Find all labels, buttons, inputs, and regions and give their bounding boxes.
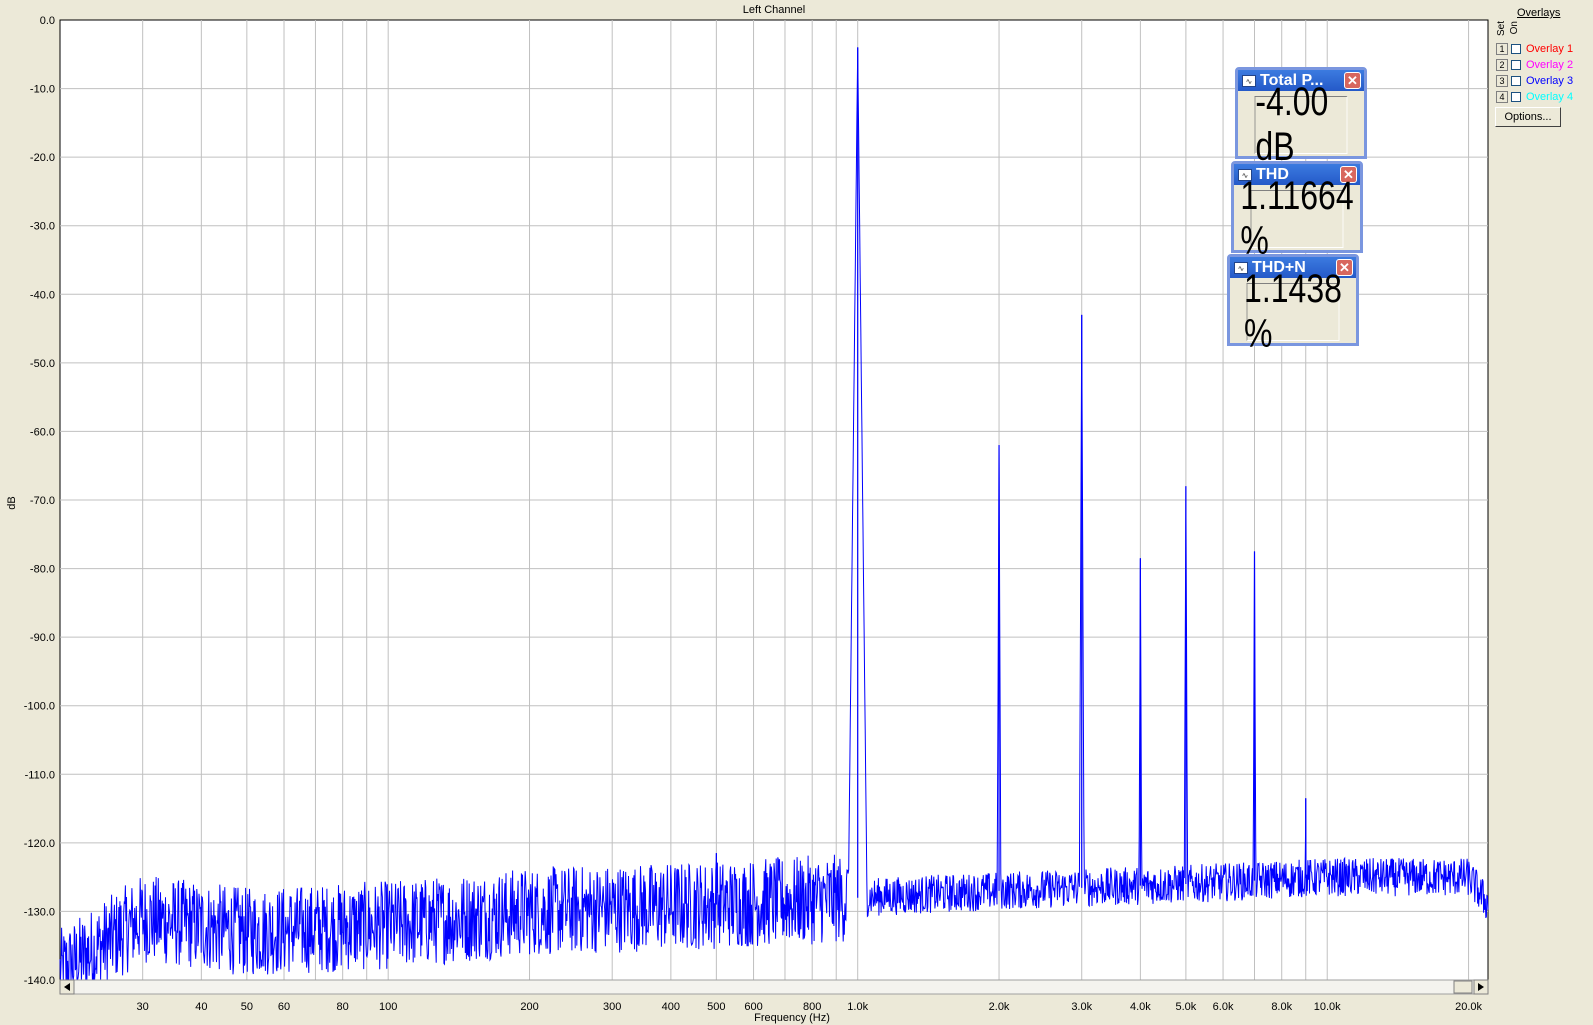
on-column-label: On [1509,21,1520,35]
overlay-checkbox-2[interactable] [1511,59,1521,70]
x-tick-label: 20.0k [1455,1001,1482,1013]
overlay-checkbox-3[interactable] [1511,75,1521,86]
y-tick-label: -80.0 [30,564,55,576]
y-tick-label: -30.0 [30,221,55,233]
y-tick-label: -130.0 [24,906,55,918]
x-axis-label: Frequency (Hz) [754,1012,830,1024]
set-column-label: Set [1496,21,1507,37]
overlay-label-1: Overlay 1 [1526,42,1574,55]
x-tick-label: 8.0k [1271,1001,1292,1013]
overlay-label-4: Overlay 4 [1526,90,1574,103]
overlay-label-2: Overlay 2 [1526,58,1574,71]
y-tick-label: -50.0 [30,358,55,370]
y-tick-label: -10.0 [30,84,55,96]
overlay-row-3: 3 Overlay 3 [1496,73,1573,88]
overlay-checkbox-1[interactable] [1511,43,1521,54]
chart-title: Left Channel [743,4,805,16]
x-tick-label: 50 [241,1001,253,1013]
x-tick-label: 200 [520,1001,538,1013]
thd-n-meter[interactable]: ∿ THD+N ✕ 1.1438 % [1227,254,1359,356]
x-tick-label: 4.0k [1130,1001,1151,1013]
overlay-set-button-4[interactable]: 4 [1496,90,1508,103]
x-tick-label: 30 [137,1001,149,1013]
x-tick-label: 100 [379,1001,397,1013]
x-tick-label: 300 [603,1001,621,1013]
overlay-label-3: Overlay 3 [1526,74,1574,87]
y-tick-label: -40.0 [30,289,55,301]
x-tick-label: 80 [337,1001,349,1013]
y-tick-label: -20.0 [30,152,55,164]
overlay-row-4: 4 Overlay 4 [1496,89,1573,104]
meter-value: 1.1438 % [1244,267,1342,356]
x-tick-label: 40 [195,1001,207,1013]
meter-value: -4.00 dB [1254,80,1348,169]
x-tick-label: 10.0k [1314,1001,1341,1013]
y-axis-label: dB [6,496,18,509]
total-power-meter[interactable]: ∿ Total P... ✕ -4.00 dB [1235,67,1367,169]
overlays-panel: Overlays Set On 1 Overlay 1 2 Overlay 2 … [1490,0,1593,1025]
meter-value: 1.11664 % [1240,174,1354,263]
overlay-set-button-2[interactable]: 2 [1496,58,1508,71]
options-button[interactable]: Options... [1495,107,1561,127]
y-tick-label: -140.0 [24,975,55,987]
x-tick-label: 3.0k [1071,1001,1092,1013]
y-tick-label: -100.0 [24,701,55,713]
x-tick-label: 5.0k [1175,1001,1196,1013]
waveform-icon: ∿ [1242,74,1256,87]
x-tick-label: 6.0k [1213,1001,1234,1013]
scroll-thumb[interactable] [1453,980,1473,994]
x-tick-label: 2.0k [989,1001,1010,1013]
y-tick-label: -60.0 [30,426,55,438]
overlay-row-2: 2 Overlay 2 [1496,57,1573,72]
overlay-set-button-3[interactable]: 3 [1496,74,1508,87]
overlays-title: Overlays [1517,7,1561,19]
horizontal-scrollbar[interactable] [59,979,1489,995]
x-tick-label: 1.0k [847,1001,868,1013]
x-tick-label: 60 [278,1001,290,1013]
y-tick-label: -120.0 [24,838,55,850]
overlay-row-1: 1 Overlay 1 [1496,41,1573,56]
thd-meter[interactable]: ∿ THD ✕ 1.11664 % [1231,161,1363,263]
y-tick-label: -110.0 [25,769,55,781]
y-tick-label: -90.0 [30,632,55,644]
y-tick-label: 0.0 [40,15,55,27]
x-tick-label: 500 [707,1001,725,1013]
overlay-set-button-1[interactable]: 1 [1496,42,1508,55]
x-tick-label: 400 [662,1001,680,1013]
overlay-checkbox-4[interactable] [1511,91,1521,102]
y-tick-label: -70.0 [30,495,55,507]
